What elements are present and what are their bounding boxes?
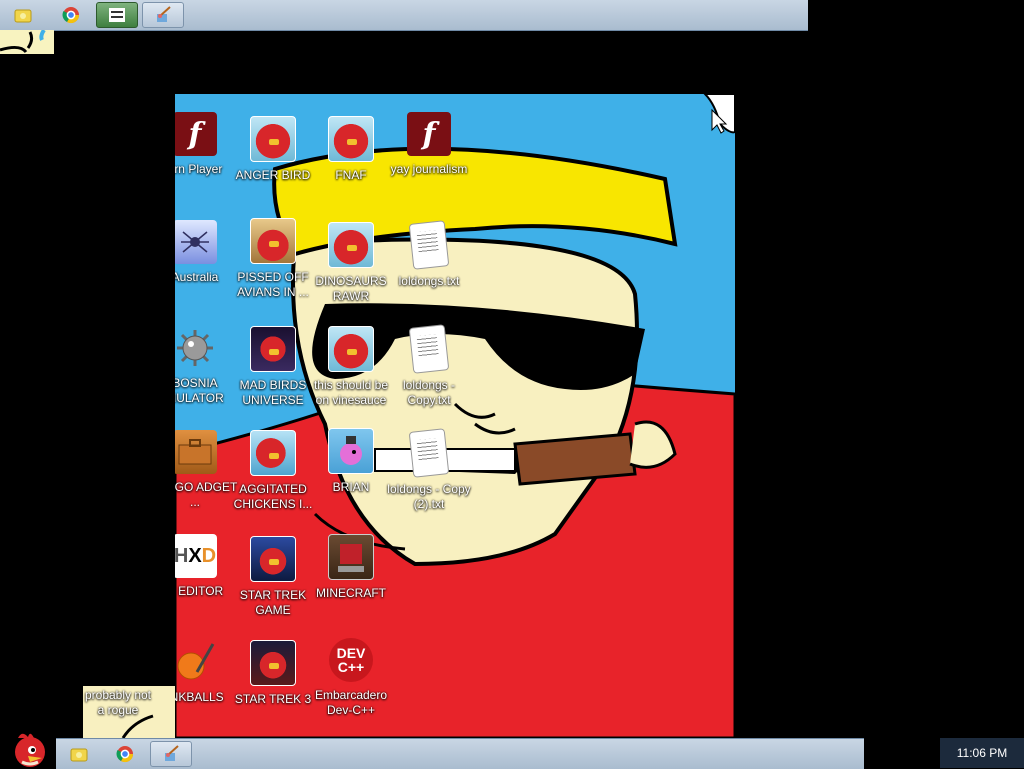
desktop-icon[interactable]: f yay journalism bbox=[384, 112, 474, 177]
wallpaper-scrap-bottom: probably not a rogue bbox=[83, 686, 175, 738]
chrome-icon bbox=[62, 7, 80, 24]
angry-bird-icon bbox=[328, 326, 374, 372]
taskbar-folder-button[interactable] bbox=[58, 741, 100, 767]
desktop-icon[interactable]: STAR TREK 3 bbox=[228, 640, 318, 707]
app-window-icon bbox=[109, 8, 125, 22]
paint-brush-icon bbox=[165, 745, 179, 761]
wallpaper-scrap-top bbox=[0, 30, 54, 54]
angry-bird-seasons-icon bbox=[250, 218, 296, 264]
taskbar-paint-button[interactable] bbox=[142, 2, 184, 28]
desktop-window: f orn Player ANGER BIRD FNAF f yay journ… bbox=[175, 94, 735, 738]
desktop-icon[interactable]: AGGITATED CHICKENS I... bbox=[228, 430, 318, 512]
folder-icon bbox=[70, 748, 88, 762]
angry-bird-starwars-icon bbox=[250, 536, 296, 582]
bird-pink-icon bbox=[328, 428, 374, 474]
desktop-icon-label[interactable]: probably not a rogue bbox=[83, 688, 153, 718]
taskbar-chrome-button[interactable] bbox=[104, 741, 146, 767]
taskbar-clock[interactable]: 11:06 PM bbox=[940, 738, 1024, 768]
taskbar-folder-button[interactable] bbox=[2, 2, 44, 28]
desktop-icon[interactable]: MAD BIRDS UNIVERSE bbox=[228, 326, 318, 408]
desktop-icon[interactable]: DINOSAURS RAWR bbox=[306, 222, 396, 304]
desktop-icon[interactable]: BRIAN bbox=[306, 428, 396, 495]
text-file-icon bbox=[408, 220, 450, 270]
angry-bird-starwars-2-icon bbox=[250, 640, 296, 686]
angry-bird-rio-icon bbox=[250, 430, 296, 476]
paint-brush-icon bbox=[157, 6, 171, 22]
angry-bird-icon bbox=[328, 116, 374, 162]
desktop-icon[interactable]: DEV C++ Embarcadero Dev-C++ bbox=[306, 638, 396, 718]
taskbar-app-button[interactable] bbox=[96, 2, 138, 28]
desktop-icon[interactable]: FNAF bbox=[306, 116, 396, 183]
hxd-icon: HXD bbox=[175, 534, 217, 578]
flash-icon: f bbox=[175, 112, 217, 156]
desktop-icon[interactable]: PISSED OFF AVIANS IN ... bbox=[228, 218, 318, 300]
gadget-briefcase-icon bbox=[175, 430, 217, 474]
angry-bird-icon bbox=[250, 116, 296, 162]
desktop-icon[interactable]: loldongs - Copy (2).txt bbox=[384, 428, 474, 512]
bottom-taskbar bbox=[56, 738, 864, 769]
folder-icon bbox=[14, 9, 32, 23]
minesweeper-icon bbox=[175, 326, 217, 370]
angry-bird-icon bbox=[328, 222, 374, 268]
taskbar-paint-button[interactable] bbox=[150, 741, 192, 767]
desktop-icon[interactable]: ANGER BIRD bbox=[228, 116, 318, 183]
inkball-icon bbox=[175, 640, 217, 684]
desktop-icon[interactable]: loldongs - Copy.txt bbox=[384, 324, 474, 408]
minecraft-icon bbox=[328, 534, 374, 580]
desktop-icon[interactable]: this should be on vinesauce bbox=[306, 326, 396, 408]
angry-bird-space-icon bbox=[250, 326, 296, 372]
text-file-icon bbox=[408, 428, 450, 478]
flash-icon: f bbox=[407, 112, 451, 156]
chrome-icon bbox=[116, 746, 134, 763]
angry-bird-logo-icon bbox=[15, 733, 45, 767]
top-taskbar bbox=[0, 0, 808, 31]
devcpp-icon: DEV C++ bbox=[329, 638, 373, 682]
desktop-icon[interactable]: STAR TREK GAME bbox=[228, 536, 318, 618]
spider-solitaire-icon bbox=[175, 220, 217, 264]
desktop-icon[interactable]: MINECRAFT bbox=[306, 534, 396, 601]
text-file-icon bbox=[408, 324, 450, 374]
taskbar-chrome-button[interactable] bbox=[50, 2, 92, 28]
desktop-icon[interactable]: loldongs.txt bbox=[384, 220, 474, 289]
